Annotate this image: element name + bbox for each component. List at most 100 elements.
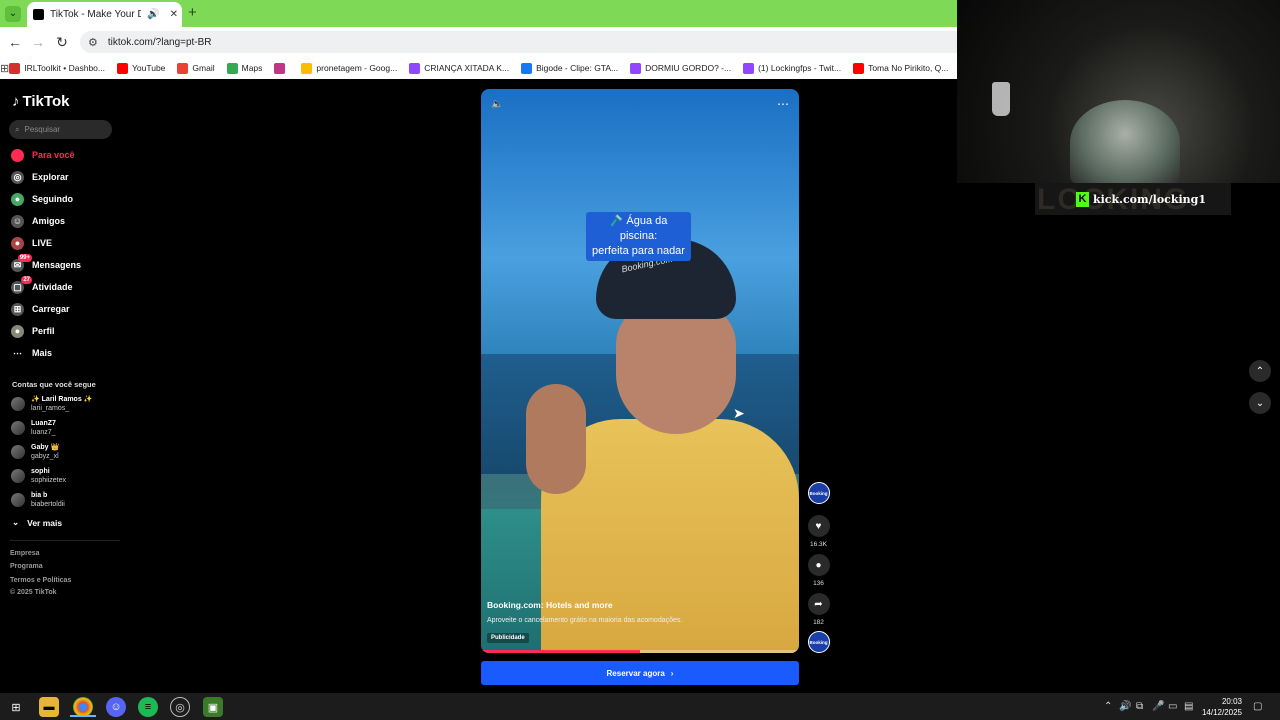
- bookmark-label: CRIANÇA XITADA K...: [424, 63, 510, 73]
- bookmark-item[interactable]: [274, 62, 289, 74]
- volume-icon[interactable]: 🔈: [491, 99, 503, 110]
- video-player[interactable]: Booking.com 🪒 Água da piscina: perfeita …: [481, 89, 799, 653]
- search-input[interactable]: ⌕ Pesquisar: [9, 120, 112, 139]
- ad-title[interactable]: Booking.com: Hotels and more: [487, 600, 613, 610]
- taskbar: [0, 693, 1280, 720]
- sidebar-item-profile[interactable]: ● Perfil: [11, 322, 55, 340]
- search-icon: ⌕: [15, 124, 20, 134]
- back-icon[interactable]: ←: [7, 34, 23, 50]
- tiktok-logo[interactable]: ♪ TikTok: [12, 93, 69, 110]
- sidebar-item-label: Mais: [32, 348, 53, 358]
- sidebar-item-activity[interactable]: ▢ 27 Atividade: [11, 275, 73, 296]
- bookmark-label: DORMIU GORDO? -...: [645, 63, 732, 73]
- music-disc[interactable]: Booking: [807, 631, 830, 653]
- share-icon: ➦: [807, 593, 830, 615]
- network-icon[interactable]: ▤: [1184, 701, 1193, 712]
- advertiser-avatar[interactable]: Booking: [807, 482, 830, 504]
- microphone-icon[interactable]: 🎤: [1152, 701, 1164, 712]
- followed-account[interactable]: bia b biabertoldii: [11, 491, 65, 509]
- chrome-icon[interactable]: [73, 697, 93, 717]
- followed-account[interactable]: ✨ Laril Ramos ✨ larii_ramos_: [11, 395, 92, 413]
- friends-icon: ☺: [11, 214, 24, 228]
- footer-link[interactable]: Empresa: [10, 550, 40, 557]
- sidebar-item-following[interactable]: ● Seguindo: [11, 190, 73, 208]
- booking-music-avatar: Booking: [807, 631, 830, 653]
- bookmark-label: YouTube: [132, 63, 166, 73]
- bookmark-item[interactable]: Toma No Pirikito, Q...: [853, 62, 948, 74]
- bookmark-item[interactable]: CRIANÇA XITADA K...: [409, 62, 510, 74]
- book-now-button[interactable]: Reservar agora ›: [481, 661, 799, 685]
- system-clock[interactable]: 20:03 14/12/2025: [1198, 696, 1242, 718]
- sidebar-item-live[interactable]: ● LIVE: [11, 234, 52, 252]
- comment-button[interactable]: ● 136: [807, 554, 830, 587]
- footer-link[interactable]: Programa: [10, 563, 43, 570]
- followed-account[interactable]: LuanZ7 luanz7_: [11, 419, 56, 437]
- new-tab-button[interactable]: +: [188, 4, 197, 21]
- bookmark-item[interactable]: YouTube: [117, 62, 166, 74]
- discord-icon[interactable]: ☺: [106, 697, 126, 717]
- bookmark-favicon-icon: [226, 62, 238, 74]
- bookmark-item[interactable]: (1) Lockingfps - Twit...: [743, 62, 841, 74]
- chevron-up-icon[interactable]: ⌃: [1104, 701, 1112, 712]
- notification-badge: 99+: [17, 253, 32, 262]
- activity-icon: ▢ 27: [11, 275, 32, 294]
- spotify-icon[interactable]: ≡: [138, 697, 158, 717]
- sidebar-item-label: Amigos: [32, 216, 66, 226]
- file-explorer-icon[interactable]: ▬: [39, 697, 59, 717]
- next-video-button[interactable]: ⌄: [1249, 392, 1271, 414]
- sidebar-item-messages[interactable]: ✉ 99+ Mensagens: [11, 253, 81, 274]
- sidebar-item-home[interactable]: ⌂ Para você: [11, 146, 75, 164]
- bookmark-item[interactable]: Bigode - Clipe: GTA...: [521, 62, 618, 74]
- bookmark-favicon-icon: [117, 62, 128, 74]
- bookmark-favicon-icon: [9, 62, 21, 74]
- close-icon[interactable]: ✕: [170, 9, 178, 20]
- bookmark-item[interactable]: Maps: [226, 62, 262, 74]
- share-count: 182: [813, 619, 824, 626]
- notifications-icon[interactable]: ▢: [1253, 701, 1262, 712]
- previous-video-button[interactable]: ⌃: [1249, 360, 1271, 382]
- speaker-icon[interactable]: 🔊: [147, 9, 159, 20]
- followed-account[interactable]: Gaby 👑 gabyz_xl: [11, 443, 59, 461]
- site-info-icon[interactable]: ⚙: [88, 36, 98, 49]
- sidebar-item-friends[interactable]: ☺ Amigos: [11, 212, 65, 230]
- display-icon[interactable]: ▭: [1168, 701, 1177, 712]
- caption-line-1: 🪒 Água da piscina:: [609, 215, 668, 242]
- active-tab[interactable]: TikTok - Make Your Day 🔊 ✕: [27, 2, 182, 27]
- account-handle: larii_ramos_: [31, 405, 70, 412]
- apps-grid-icon[interactable]: ⊞: [0, 62, 9, 75]
- comment-icon: ●: [807, 554, 830, 576]
- like-button[interactable]: ♥ 16.3K: [807, 515, 830, 548]
- device-icon[interactable]: ⧉: [1136, 701, 1143, 712]
- bookmark-favicon-icon: [409, 62, 421, 74]
- speaker-icon[interactable]: 🔊: [1119, 701, 1131, 712]
- sidebar-item-label: Seguindo: [32, 194, 73, 204]
- bookmark-item[interactable]: IRLToolkit • Dashbo...: [9, 62, 105, 74]
- tiktok-note-icon: ♪: [12, 93, 20, 110]
- bookmark-item[interactable]: DORMIU GORDO? -...: [630, 62, 732, 74]
- avatar: [11, 421, 25, 435]
- see-more-button[interactable]: ⌄ Ver mais: [12, 517, 62, 528]
- more-options-icon[interactable]: ⋯: [777, 97, 789, 111]
- obs-icon[interactable]: ◎: [170, 697, 190, 717]
- search-placeholder: Pesquisar: [24, 125, 61, 134]
- sidebar-item-more[interactable]: ⋯ Mais: [11, 344, 52, 362]
- home-icon: ⌂: [11, 148, 24, 162]
- sidebar-item-upload[interactable]: ⊞ Carregar: [11, 300, 70, 318]
- bookmark-item[interactable]: Gmail: [177, 62, 215, 74]
- share-button[interactable]: ➦ 182: [807, 593, 830, 626]
- sponsored-badge: Publicidade: [487, 633, 529, 643]
- bookmark-favicon-icon: [521, 62, 533, 74]
- following-section-title: Contas que você segue: [12, 380, 96, 389]
- following-icon: ●: [11, 192, 24, 206]
- profile-icon: ●: [11, 324, 24, 338]
- footer-link[interactable]: Termos e Políticas: [10, 577, 71, 584]
- sidebar-item-compass[interactable]: ◎ Explorar: [11, 168, 69, 186]
- reload-icon[interactable]: ↻: [54, 34, 70, 51]
- tab-search-button[interactable]: ⌄: [5, 6, 21, 22]
- nvidia-icon[interactable]: ▣: [203, 697, 223, 717]
- forward-icon[interactable]: →: [30, 34, 46, 50]
- bookmark-item[interactable]: pronetagem - Goog...: [301, 62, 397, 74]
- windows-start-icon[interactable]: ⊞: [6, 697, 26, 717]
- address-bar[interactable]: ⚙ tiktok.com/?lang=pt-BR: [80, 31, 957, 53]
- followed-account[interactable]: sophi sophiizetex: [11, 467, 66, 485]
